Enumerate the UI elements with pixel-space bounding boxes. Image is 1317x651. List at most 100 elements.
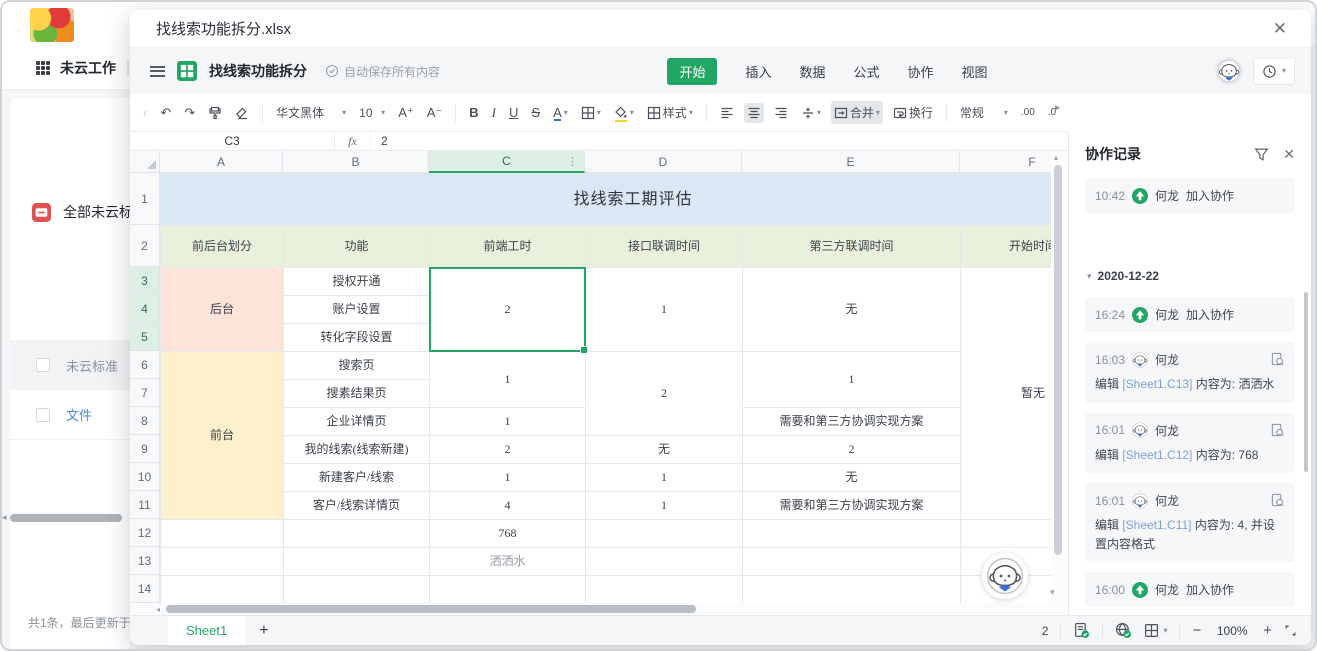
background-scrollbar[interactable] xyxy=(10,514,122,522)
add-sheet-button[interactable]: + xyxy=(259,622,268,640)
panel-close-icon[interactable]: ✕ xyxy=(1283,146,1295,163)
clear-format-icon[interactable] xyxy=(232,103,252,123)
scroll-left-icon[interactable]: ◂ xyxy=(156,605,160,614)
share-status-icon[interactable] xyxy=(1115,622,1132,639)
close-icon[interactable]: ✕ xyxy=(1267,17,1293,41)
horizontal-scroll-thumb[interactable] xyxy=(166,605,696,613)
tab-插入[interactable]: 插入 xyxy=(745,62,771,81)
view-mode-button[interactable]: ▾ xyxy=(1144,623,1167,638)
increase-decimal-button[interactable]: .00 xyxy=(1018,105,1038,121)
tab-数据[interactable]: 数据 xyxy=(799,62,825,81)
grid-cell[interactable]: 1 xyxy=(429,463,586,492)
grid-cell[interactable]: 找线索工期评估 xyxy=(160,173,1051,226)
grid-cell[interactable]: 新建客户/线索 xyxy=(283,463,430,492)
align-left-button[interactable] xyxy=(717,103,737,123)
grid-cell[interactable]: 1 xyxy=(429,351,586,408)
select-all-corner[interactable] xyxy=(130,151,160,173)
zoom-level[interactable]: 100% xyxy=(1213,624,1251,638)
grid-cell[interactable]: 1 xyxy=(585,463,743,492)
view-detail-icon[interactable] xyxy=(1270,423,1285,438)
view-detail-icon[interactable] xyxy=(1270,493,1285,508)
grid-cell[interactable]: 接口联调时间 xyxy=(585,225,743,268)
row-header-8[interactable]: 8 xyxy=(130,407,160,435)
row-header-4[interactable]: 4 xyxy=(130,295,160,323)
grid-cell[interactable]: 前后台划分 xyxy=(160,225,284,268)
activity-entry[interactable]: 16:24 何龙 加入协作 xyxy=(1085,297,1295,332)
tab-协作[interactable]: 协作 xyxy=(908,62,934,81)
grid-cell[interactable]: 搜索页 xyxy=(283,351,430,380)
panel-scroll-thumb[interactable] xyxy=(1304,292,1308,472)
tab-视图[interactable]: 视图 xyxy=(962,62,988,81)
decrease-font-button[interactable]: A⁻ xyxy=(424,103,446,122)
vertical-align-button[interactable]: ▾ xyxy=(798,103,824,123)
select-all-checkbox[interactable] xyxy=(36,358,50,372)
grid-cell[interactable]: 需要和第三方协调实现方案 xyxy=(742,491,961,520)
row-header-11[interactable]: 11 xyxy=(130,491,160,519)
formula-input[interactable]: 2 xyxy=(371,132,1068,150)
grid-cell[interactable]: 2 xyxy=(429,435,586,464)
column-header-C[interactable]: C⋮ xyxy=(429,151,585,173)
grid-cell[interactable]: 洒洒水 xyxy=(429,547,586,576)
back-button[interactable]: ‹ xyxy=(140,103,150,122)
borders-button[interactable]: ▾ xyxy=(578,103,604,123)
zoom-in-button[interactable]: + xyxy=(1263,622,1272,639)
strikethrough-button[interactable]: S xyxy=(528,103,543,122)
grid-cell[interactable]: 1 xyxy=(742,351,961,408)
row-header-13[interactable]: 13 xyxy=(130,547,160,575)
grid-cell[interactable]: 第三方联调时间 xyxy=(742,225,961,268)
cell-ref-link[interactable]: [Sheet1.C12] xyxy=(1122,448,1192,462)
fullscreen-icon[interactable] xyxy=(1284,624,1297,637)
sheet-tab[interactable]: Sheet1 xyxy=(168,616,245,646)
background-table-row[interactable]: 文件 xyxy=(10,390,130,440)
font-size-select[interactable]: 10▾ xyxy=(356,103,388,123)
increase-font-button[interactable]: A⁺ xyxy=(395,103,417,122)
grid-cell[interactable]: 2 xyxy=(742,435,961,464)
grid-cell[interactable]: 1 xyxy=(429,407,586,436)
column-menu-icon[interactable]: ⋮ xyxy=(567,155,578,168)
grid-cell[interactable]: 后台 xyxy=(160,267,284,352)
row-checkbox[interactable] xyxy=(36,408,50,422)
font-color-button[interactable]: A▾ xyxy=(550,103,571,122)
activity-entry[interactable]: 16:01 何龙 编辑 [Sheet1.C11] 内容为: 4, 并设置内容格式 xyxy=(1085,483,1295,562)
italic-button[interactable]: I xyxy=(489,103,499,122)
wrap-text-button[interactable]: 换行 xyxy=(890,101,936,124)
grid-cell[interactable]: 2 xyxy=(429,267,586,352)
merge-cells-button[interactable]: 合并▾ xyxy=(831,101,883,124)
format-painter-icon[interactable] xyxy=(205,103,225,123)
file-link[interactable]: 文件 xyxy=(66,405,92,424)
cell-ref-link[interactable]: [Sheet1.C11] xyxy=(1122,518,1191,532)
bg-scroll-left-icon[interactable]: ◂ xyxy=(2,512,7,523)
grid-cell[interactable]: 我的线索(线索新建) xyxy=(283,435,430,464)
history-button[interactable]: ▾ xyxy=(1253,57,1295,85)
align-center-button[interactable] xyxy=(744,103,764,123)
grid-cell[interactable]: 搜素结果页 xyxy=(283,379,430,408)
grid-cell[interactable]: 功能 xyxy=(283,225,430,268)
font-family-select[interactable]: 华文黑体▾ xyxy=(273,101,349,124)
tab-公式[interactable]: 公式 xyxy=(854,62,880,81)
grid-cell[interactable]: 暂无 xyxy=(960,267,1051,520)
vertical-scroll-thumb[interactable] xyxy=(1054,165,1062,555)
cell-ref-link[interactable]: [Sheet1.C13] xyxy=(1122,377,1192,391)
tab-开始[interactable]: 开始 xyxy=(667,58,717,85)
row-header-1[interactable]: 1 xyxy=(130,173,160,225)
grid-cell[interactable]: 1 xyxy=(585,491,743,520)
activity-entry[interactable]: 16:03 何龙 编辑 [Sheet1.C13] 内容为: 洒洒水 xyxy=(1085,342,1295,403)
row-header-10[interactable]: 10 xyxy=(130,463,160,491)
grid-cell[interactable]: 授权开通 xyxy=(283,267,430,296)
grid-cell[interactable]: 2 xyxy=(585,351,743,436)
grid-cell[interactable]: 无 xyxy=(742,267,961,352)
redo-button[interactable]: ↷ xyxy=(181,103,198,122)
grid-cell[interactable]: 转化字段设置 xyxy=(283,323,430,352)
fill-color-button[interactable]: ▾ xyxy=(611,103,637,123)
activity-entry[interactable]: 10:42 何龙 加入协作 xyxy=(1085,178,1295,213)
row-header-5[interactable]: 5 xyxy=(130,323,160,351)
grid-cell[interactable]: 4 xyxy=(429,491,586,520)
cell-reference-box[interactable]: C3 xyxy=(130,132,335,150)
grid-cell[interactable]: 前端工时 xyxy=(429,225,586,268)
sheet-protect-icon[interactable] xyxy=(1073,622,1090,639)
activity-entry[interactable]: 16:00 何龙 加入协作 xyxy=(1085,572,1295,607)
underline-button[interactable]: U xyxy=(506,103,521,122)
zoom-out-button[interactable]: − xyxy=(1192,622,1201,639)
grid-cell[interactable]: 开始时间 xyxy=(960,225,1051,268)
filter-icon[interactable] xyxy=(1254,147,1269,162)
